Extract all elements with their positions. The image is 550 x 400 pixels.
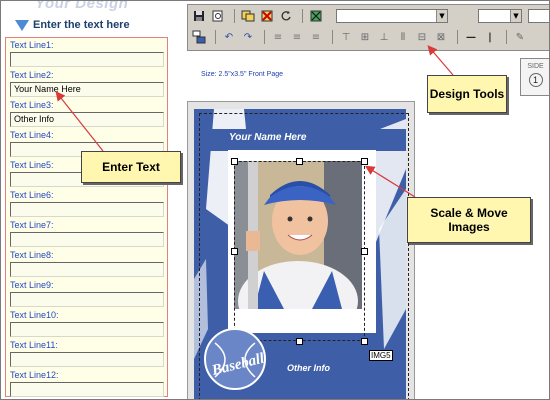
align-middle-icon[interactable]: ⊞ [357, 29, 373, 45]
left-header: Your Design Enter the text here [1, 1, 181, 37]
resize-handle[interactable] [296, 158, 303, 165]
chevron-down-icon: ▼ [510, 10, 521, 22]
toolbar-separator [332, 30, 333, 44]
instruction-row: Enter the text here [15, 17, 130, 33]
rotate-icon[interactable] [278, 8, 294, 24]
text-line-input[interactable] [10, 292, 164, 307]
distribute-v-icon[interactable]: ⊟ [414, 29, 430, 45]
color-select[interactable] [528, 9, 549, 23]
toolbar-row-1 [191, 7, 327, 25]
redo-icon[interactable]: ↷ [240, 29, 256, 45]
resize-handle[interactable] [296, 338, 303, 345]
align-left-icon[interactable]: ≡ [270, 29, 286, 45]
distribute-icon[interactable]: ⊠ [433, 29, 449, 45]
text-line-label: Text Line7: [10, 220, 54, 230]
size-select[interactable]: ▼ [478, 9, 522, 23]
design-toolbar: ▼ ▼ ↶ ↷ ≡ ≡ ≡ ⊤ ⊞ ⊥ ⫴ ⊟ ⊠ — | ✎ [187, 4, 549, 51]
text-line-input[interactable] [10, 262, 164, 277]
side-label: SIDE [527, 63, 544, 70]
text-line-label: Text Line9: [10, 280, 54, 290]
text-line-input[interactable] [10, 352, 164, 367]
callout-design-tools: Design Tools [427, 75, 507, 113]
font-select[interactable]: ▼ [336, 9, 448, 23]
resize-handle[interactable] [231, 158, 238, 165]
side-number: 1 [528, 73, 543, 87]
toolbar-separator [234, 9, 235, 23]
layers-icon[interactable] [191, 29, 207, 45]
toolbar-separator [457, 30, 458, 44]
card-other-info[interactable]: Other Info [287, 363, 330, 373]
chevron-down-icon: ▼ [436, 10, 447, 22]
text-line-input[interactable] [10, 52, 164, 67]
text-line-label: Text Line11: [10, 340, 58, 350]
text-line-label: Text Line4: [10, 130, 54, 140]
text-line-label: Text Line1: [10, 40, 54, 50]
callout-enter-text: Enter Text [81, 151, 181, 183]
save-icon[interactable] [191, 8, 207, 24]
distribute-h-icon[interactable]: ⫴ [395, 29, 411, 45]
resize-handle[interactable] [361, 158, 368, 165]
text-line-input[interactable]: Your Name Here [10, 82, 164, 97]
text-line-label: Text Line6: [10, 190, 54, 200]
callout-scale-move: Scale & Move Images [407, 197, 531, 243]
side-tab[interactable]: SIDE 1 [520, 58, 549, 96]
text-line-label: Text Line8: [10, 250, 54, 260]
text-lines-panel: Text Line1: Text Line2: Your Name Here Text… [5, 37, 168, 397]
align-top-icon[interactable]: ⊤ [338, 29, 354, 45]
text-line-input[interactable] [10, 382, 164, 397]
image-icon[interactable] [308, 8, 324, 24]
line-v-icon[interactable]: | [482, 29, 498, 45]
toolbar-row-2: ↶ ↷ ≡ ≡ ≡ ⊤ ⊞ ⊥ ⫴ ⊟ ⊠ — | ✎ [191, 28, 531, 46]
text-line-label: Text Line10: [10, 310, 59, 320]
pen-icon[interactable]: ✎ [512, 29, 528, 45]
align-right-icon[interactable]: ≡ [308, 29, 324, 45]
image-selection-box[interactable] [234, 161, 365, 341]
align-center-icon[interactable]: ≡ [289, 29, 305, 45]
text-line-label: Text Line12: [10, 370, 59, 380]
text-line-label: Text Line2: [10, 70, 54, 80]
text-line-label: Text Line5: [10, 160, 54, 170]
resize-handle[interactable] [361, 338, 368, 345]
text-line-input[interactable] [10, 202, 164, 217]
resize-handle[interactable] [361, 248, 368, 255]
size-info: Size: 2.5"x3.5" Front Page [201, 71, 284, 78]
line-h-icon[interactable]: — [463, 29, 479, 45]
text-line-label: Text Line3: [10, 100, 54, 110]
undo-icon[interactable]: ↶ [221, 29, 237, 45]
text-line-input[interactable] [10, 322, 164, 337]
toolbar-separator [215, 30, 216, 44]
brand-title: Your Design [35, 0, 129, 12]
instruction-text: Enter the text here [33, 19, 130, 31]
preview-icon[interactable] [210, 8, 226, 24]
toolbar-separator [506, 30, 507, 44]
toolbar-separator [264, 30, 265, 44]
align-bottom-icon[interactable]: ⊥ [376, 29, 392, 45]
app-window: Your Design Enter the text here Text Lin… [0, 0, 550, 400]
baseball-emblem[interactable]: Baseball [201, 323, 281, 395]
text-line-input[interactable]: Other Info [10, 112, 164, 127]
copy-icon[interactable] [240, 8, 256, 24]
image-label: IMG5 [369, 350, 393, 361]
card-name-text[interactable]: Your Name Here [229, 132, 306, 143]
text-line-input[interactable] [10, 232, 164, 247]
delete-icon[interactable] [259, 8, 275, 24]
design-tools-arrow [427, 45, 454, 76]
triangle-down-icon [15, 19, 29, 31]
toolbar-separator [302, 9, 303, 23]
resize-handle[interactable] [231, 248, 238, 255]
